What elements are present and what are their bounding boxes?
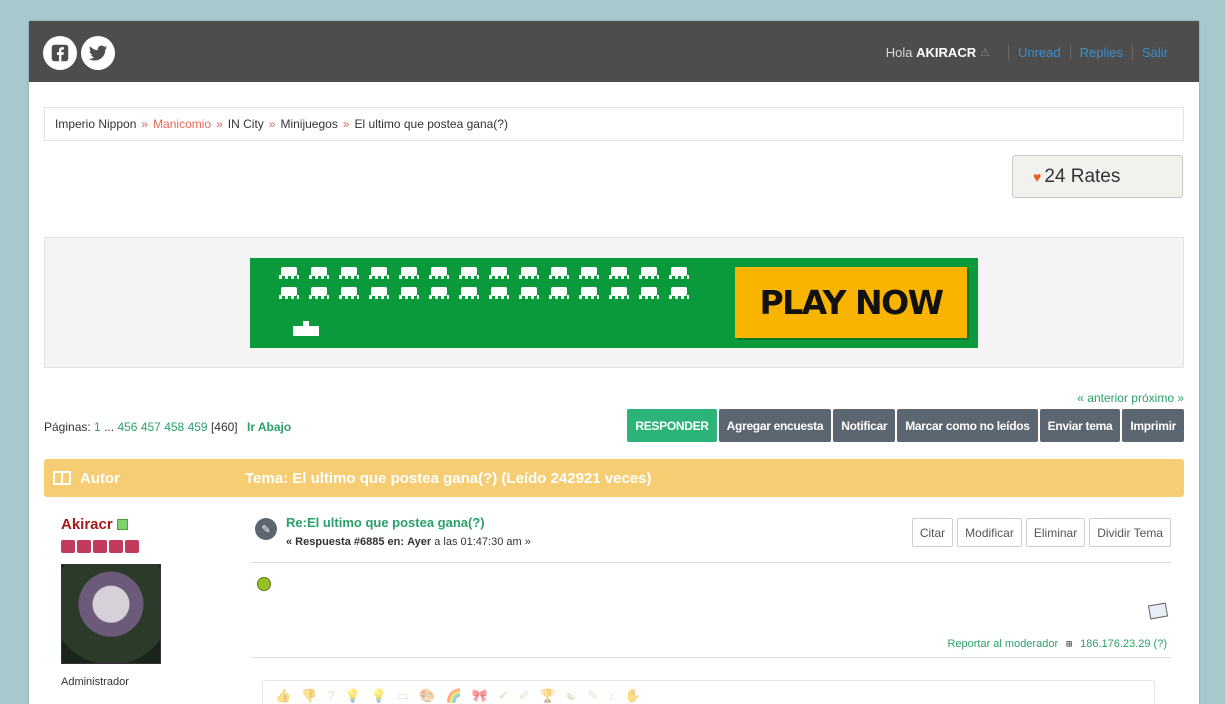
page-ellipsis: ... (104, 420, 115, 434)
breadcrumb-item-in-city[interactable]: IN City (228, 117, 264, 131)
rates-button[interactable]: ♥ 24 Rates (1012, 155, 1183, 198)
post-meta: « Respuesta #6885 en: Ayer a las 01:47:3… (286, 536, 531, 548)
ip-address[interactable]: 186.176.23.29 (?) (1080, 638, 1167, 650)
report-moderator-link[interactable]: Reportar al moderador (947, 638, 1058, 650)
yin-yang-icon[interactable]: ☯ (566, 688, 578, 704)
breadcrumb-separator: » (268, 117, 276, 131)
notify-button[interactable]: Notificar (833, 409, 896, 442)
breadcrumb-item-topic[interactable]: El ultimo que postea gana(?) (355, 117, 508, 131)
modify-button[interactable]: Modificar (957, 518, 1022, 547)
greeting: Hola AKIRACR (885, 45, 977, 60)
cannon-icon (293, 321, 319, 336)
topic-title: Tema: El ultimo que postea gana(?) (Leíd… (245, 469, 652, 487)
send-topic-button[interactable]: Enviar tema (1039, 409, 1121, 442)
breadcrumb-separator: » (216, 117, 223, 131)
ad-container: PLAY NOW (44, 237, 1184, 368)
print-button[interactable]: Imprimir (1122, 409, 1184, 442)
post-actions: Citar Modificar Eliminar Dividir Tema (911, 518, 1171, 547)
prev-next-link[interactable]: « anterior próximo » (1077, 391, 1184, 405)
divider (251, 562, 1171, 563)
ip-icon: ⊞ (1066, 638, 1073, 650)
post-day: Ayer (407, 536, 432, 548)
check-icon[interactable]: ✔ (498, 688, 509, 704)
warning-icon: ⚠ (980, 47, 990, 59)
topic-actions: RESPONDER Agregar encuesta Notificar Mar… (627, 409, 1184, 442)
thumbs-up-icon[interactable]: 👍 (275, 688, 291, 704)
split-topic-button[interactable]: Dividir Tema (1089, 518, 1171, 547)
wand-icon[interactable]: ✐ (519, 688, 530, 704)
pencil-icon[interactable]: ✎ (588, 688, 599, 704)
play-now-button[interactable]: PLAY NOW (735, 267, 967, 338)
music-icon[interactable]: ♪ (608, 688, 615, 704)
post-time: a las 01:47:30 am » (434, 536, 531, 548)
breadcrumb-item-manicomio[interactable]: Manicomio (153, 117, 211, 131)
edited-icon (1147, 602, 1169, 620)
logout-link[interactable]: Salir (1131, 45, 1177, 60)
trophy-icon[interactable]: 🏆 (540, 688, 556, 704)
pages-label: Páginas: (44, 420, 91, 434)
space-invaders-graphic (278, 266, 698, 306)
delete-button[interactable]: Eliminar (1025, 518, 1086, 547)
post-title[interactable]: Re:El ultimo que postea gana(?) (286, 515, 485, 530)
hand-icon[interactable]: ✋ (625, 688, 641, 704)
idea-icon[interactable]: 💡 (371, 688, 387, 704)
breadcrumb-separator: » (141, 117, 149, 131)
palette-icon[interactable]: 🎨 (419, 688, 435, 704)
breadcrumb: Imperio Nippon » Manicomio » IN City » M… (44, 107, 1184, 141)
rates-label: 24 Rates (1044, 165, 1121, 187)
smiley-icon (257, 577, 271, 591)
reply-button[interactable]: RESPONDER (627, 409, 717, 442)
twitter-icon[interactable] (81, 36, 115, 70)
page-link[interactable]: 457 (141, 420, 161, 434)
breadcrumb-separator: » (342, 117, 350, 131)
page-link[interactable]: 1 (94, 420, 101, 434)
go-down-link[interactable]: Ir Abajo (247, 420, 291, 434)
poster-name[interactable]: Akiracr (61, 516, 113, 533)
page-frame: Hola AKIRACR ⚠ Unread Replies Salir Impe… (29, 21, 1199, 704)
poster-role: Administrador (61, 676, 129, 688)
current-page: [460] (210, 420, 238, 434)
top-bar: Hola AKIRACR ⚠ Unread Replies Salir (29, 21, 1199, 82)
page-link[interactable]: 456 (117, 420, 137, 434)
ad-banner[interactable]: PLAY NOW (250, 258, 978, 348)
thumbs-down-icon[interactable]: 👎 (301, 688, 317, 704)
ribbon-icon[interactable]: 🎀 (472, 688, 488, 704)
author-column-label: Autor (80, 469, 120, 487)
mark-unread-button[interactable]: Marcar como no leídos (897, 409, 1038, 442)
add-poll-button[interactable]: Agregar encuesta (718, 409, 832, 442)
book-icon (53, 471, 71, 485)
ruler-icon[interactable]: ▭ (397, 688, 409, 704)
lightbulb-icon[interactable]: 💡 (345, 688, 361, 704)
breadcrumb-item-home[interactable]: Imperio Nippon (55, 117, 136, 131)
rank-stars (61, 540, 161, 553)
rainbow-icon[interactable]: 🌈 (445, 688, 461, 704)
post-edit-icon: ✎ (255, 518, 277, 540)
page-link[interactable]: 458 (164, 420, 184, 434)
user-area: Hola AKIRACR ⚠ Unread Replies Salir (886, 45, 1177, 60)
thread-header: Autor Tema: El ultimo que postea gana(?)… (44, 459, 1184, 497)
unread-link[interactable]: Unread (1007, 45, 1070, 60)
breadcrumb-item-minijuegos[interactable]: Minijuegos (280, 117, 337, 131)
divider (251, 657, 1171, 658)
online-status-icon (116, 519, 128, 530)
poster-info: Akiracr Administrador (61, 516, 161, 688)
avatar[interactable] (61, 564, 161, 664)
page-link[interactable]: 459 (188, 420, 208, 434)
reactions-bar: 👍 👎 ? 💡 💡 ▭ 🎨 🌈 🎀 ✔ ✐ 🏆 ☯ ✎ ♪ ✋ (262, 680, 1155, 704)
pagination: Páginas: 1 ... 456 457 458 459 [460] Ir … (44, 420, 291, 434)
question-icon[interactable]: ? (327, 688, 334, 704)
post-footer: Reportar al moderador ⊞ 186.176.23.29 (?… (947, 638, 1167, 650)
facebook-icon[interactable] (43, 36, 77, 70)
replies-link[interactable]: Replies (1069, 45, 1132, 60)
username[interactable]: AKIRACR (916, 45, 976, 60)
quote-button[interactable]: Citar (911, 518, 954, 547)
heart-icon: ♥ (1033, 168, 1042, 185)
